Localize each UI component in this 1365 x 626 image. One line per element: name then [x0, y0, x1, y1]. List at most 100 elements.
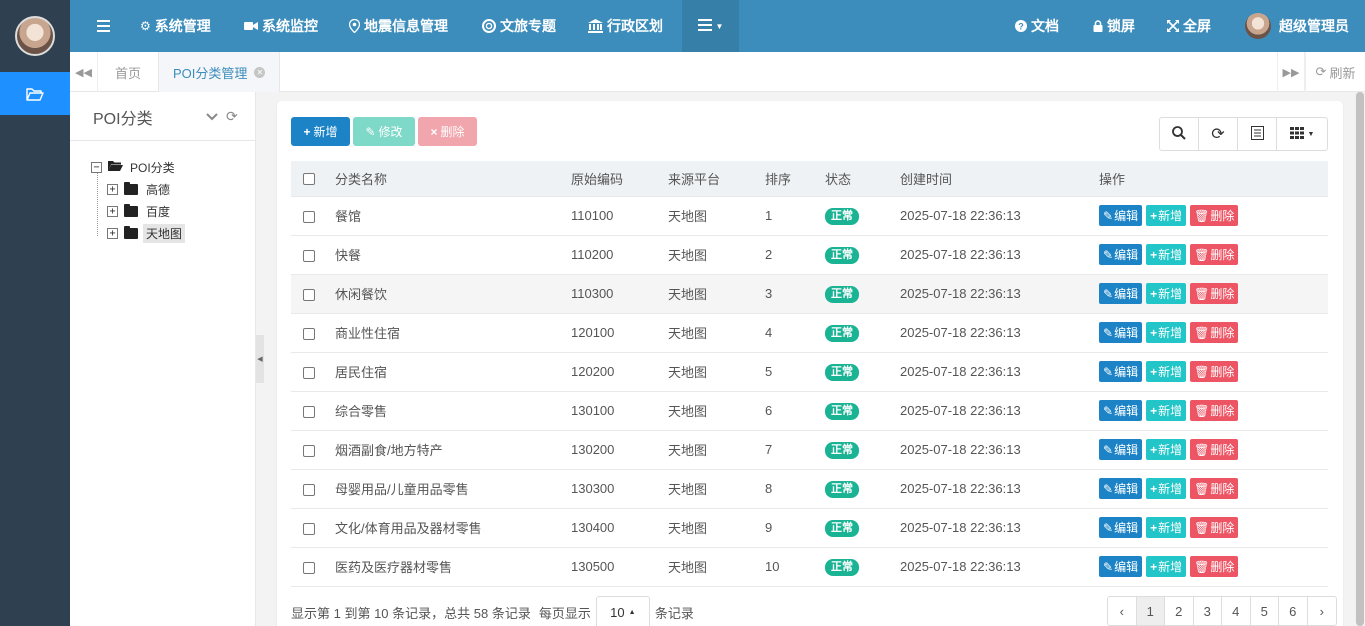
row-checkbox[interactable]	[303, 522, 315, 535]
row-edit-button[interactable]: ✎ 编辑	[1099, 478, 1143, 499]
tree-node-root[interactable]: − POI分类	[91, 158, 178, 176]
panel-collapse-handle[interactable]: ◀	[256, 335, 264, 383]
table-row[interactable]: 综合零售 130100 天地图 6 正常 2025-07-18 22:36:13 ✎ 编辑 + 新…	[291, 391, 1328, 431]
table-row[interactable]: 文化/体育用品及器材零售 130400 天地图 9 正常 2025-07-18 22:36…	[291, 508, 1328, 548]
tree-node-baidu[interactable]: + 百度	[107, 202, 173, 220]
col-platform[interactable]: 来源平台	[668, 161, 765, 197]
row-edit-button[interactable]: ✎ 编辑	[1099, 322, 1143, 343]
row-checkbox[interactable]	[303, 249, 315, 262]
refresh-table-button[interactable]: ⟳	[1199, 118, 1238, 150]
row-edit-button[interactable]: ✎ 编辑	[1099, 517, 1143, 538]
tab-poi-category[interactable]: POI分类管理 ✕	[158, 52, 281, 92]
row-delete-button[interactable]: 🗑 删除	[1190, 478, 1239, 499]
refresh-icon[interactable]: ⟳	[226, 108, 238, 125]
row-add-button[interactable]: + 新增	[1146, 283, 1187, 304]
page-button[interactable]: 1	[1136, 597, 1165, 625]
row-edit-button[interactable]: ✎ 编辑	[1099, 400, 1143, 421]
row-delete-button[interactable]: 🗑 删除	[1190, 517, 1239, 538]
row-delete-button[interactable]: 🗑 删除	[1190, 361, 1239, 382]
row-checkbox[interactable]	[303, 327, 315, 340]
row-add-button[interactable]: + 新增	[1146, 205, 1187, 226]
user-avatar[interactable]	[15, 16, 55, 56]
row-add-button[interactable]: + 新增	[1146, 478, 1187, 499]
page-button[interactable]: 6	[1279, 597, 1308, 625]
nav-system-monitor[interactable]: 系统监控	[244, 0, 318, 52]
expand-icon[interactable]: +	[107, 227, 118, 239]
tab-home[interactable]: 首页	[101, 52, 155, 92]
row-add-button[interactable]: + 新增	[1146, 322, 1187, 343]
col-code[interactable]: 原始编码	[571, 161, 668, 197]
table-row[interactable]: 母婴用品/儿童用品零售 130300 天地图 8 正常 2025-07-18 22:36:…	[291, 469, 1328, 509]
page-next-button[interactable]: ›	[1308, 597, 1337, 625]
row-delete-button[interactable]: 🗑 删除	[1190, 244, 1239, 265]
refresh-tab-button[interactable]: ⟳ 刷新	[1305, 52, 1365, 92]
edit-button[interactable]: ✎ 修改	[353, 117, 415, 146]
row-checkbox[interactable]	[303, 210, 315, 223]
tab-scroll-left-button[interactable]: ◀◀	[70, 52, 98, 92]
table-row[interactable]: 快餐 110200 天地图 2 正常 2025-07-18 22:36:13 ✎ 编辑 + 新增 🗑…	[291, 235, 1328, 275]
row-delete-button[interactable]: 🗑 删除	[1190, 322, 1239, 343]
page-prev-button[interactable]: ‹	[1108, 597, 1137, 625]
row-edit-button[interactable]: ✎ 编辑	[1099, 283, 1143, 304]
tab-scroll-right-button[interactable]: ▶▶	[1277, 52, 1305, 92]
row-add-button[interactable]: + 新增	[1146, 244, 1187, 265]
row-checkbox[interactable]	[303, 444, 315, 457]
close-icon[interactable]: ✕	[254, 66, 266, 78]
docs-link[interactable]: ? 文档	[1015, 0, 1059, 52]
page-button[interactable]: 4	[1222, 597, 1251, 625]
row-delete-button[interactable]: 🗑 删除	[1190, 400, 1239, 421]
select-all-checkbox[interactable]	[303, 173, 315, 186]
add-button[interactable]: + 新增	[291, 117, 350, 146]
row-checkbox[interactable]	[303, 483, 315, 496]
col-sort[interactable]: 排序	[765, 161, 825, 197]
expand-icon[interactable]: +	[107, 183, 118, 195]
row-add-button[interactable]: + 新增	[1146, 556, 1187, 577]
lock-screen-button[interactable]: 锁屏	[1093, 0, 1135, 52]
page-button[interactable]: 3	[1194, 597, 1222, 625]
expand-icon[interactable]: +	[107, 205, 118, 217]
row-add-button[interactable]: + 新增	[1146, 400, 1187, 421]
nav-culture-tourism[interactable]: 文旅专题	[482, 0, 556, 52]
scrollbar-thumb[interactable]	[1356, 92, 1364, 626]
nav-system-management[interactable]: ⚙ 系统管理	[140, 0, 211, 52]
row-add-button[interactable]: + 新增	[1146, 439, 1187, 460]
table-row[interactable]: 烟酒副食/地方特产 130200 天地图 7 正常 2025-07-18 22:36:13…	[291, 430, 1328, 470]
menu-toggle-button[interactable]	[96, 0, 110, 52]
chevron-down-icon[interactable]	[206, 109, 218, 124]
tree-node-tianditu[interactable]: + 天地图	[107, 223, 186, 243]
table-row[interactable]: 医药及医疗器材零售 130500 天地图 10 正常 2025-07-18 22:36:1…	[291, 547, 1328, 587]
row-checkbox[interactable]	[303, 366, 315, 379]
row-delete-button[interactable]: 🗑 删除	[1190, 283, 1239, 304]
col-status[interactable]: 状态	[825, 161, 900, 197]
more-menu-dropdown[interactable]: ▼	[682, 0, 739, 52]
collapse-icon[interactable]: −	[91, 161, 102, 173]
col-created[interactable]: 创建时间	[900, 161, 1099, 197]
table-row[interactable]: 休闲餐饮 110300 天地图 3 正常 2025-07-18 22:36:13 ✎ 编辑 + 新…	[291, 274, 1328, 314]
tree-node-gaode[interactable]: + 高德	[107, 180, 173, 198]
columns-dropdown-button[interactable]: ▼	[1277, 118, 1327, 150]
row-add-button[interactable]: + 新增	[1146, 361, 1187, 382]
nav-earthquake-info[interactable]: 地震信息管理	[349, 0, 448, 52]
row-delete-button[interactable]: 🗑 删除	[1190, 439, 1239, 460]
fullscreen-button[interactable]: 全屏	[1167, 0, 1211, 52]
col-name[interactable]: 分类名称	[335, 161, 571, 197]
row-edit-button[interactable]: ✎ 编辑	[1099, 244, 1143, 265]
page-button[interactable]: 2	[1165, 597, 1194, 625]
row-edit-button[interactable]: ✎ 编辑	[1099, 556, 1143, 577]
row-checkbox[interactable]	[303, 561, 315, 574]
nav-administrative-division[interactable]: 行政区划	[588, 0, 663, 52]
user-menu[interactable]: 超级管理员	[1245, 0, 1349, 52]
sidebar-folder-nav[interactable]	[0, 72, 70, 115]
row-delete-button[interactable]: 🗑 删除	[1190, 205, 1239, 226]
row-edit-button[interactable]: ✎ 编辑	[1099, 439, 1143, 460]
row-delete-button[interactable]: 🗑 删除	[1190, 556, 1239, 577]
delete-button[interactable]: × 删除	[418, 117, 477, 146]
page-button[interactable]: 5	[1251, 597, 1279, 625]
page-size-select[interactable]: 10 ▲	[595, 596, 650, 626]
row-checkbox[interactable]	[303, 405, 315, 418]
page-scrollbar[interactable]	[1355, 92, 1365, 626]
table-row[interactable]: 居民住宿 120200 天地图 5 正常 2025-07-18 22:36:13 ✎ 编辑 + 新…	[291, 352, 1328, 392]
row-edit-button[interactable]: ✎ 编辑	[1099, 361, 1143, 382]
row-edit-button[interactable]: ✎ 编辑	[1099, 205, 1143, 226]
row-checkbox[interactable]	[303, 288, 315, 301]
